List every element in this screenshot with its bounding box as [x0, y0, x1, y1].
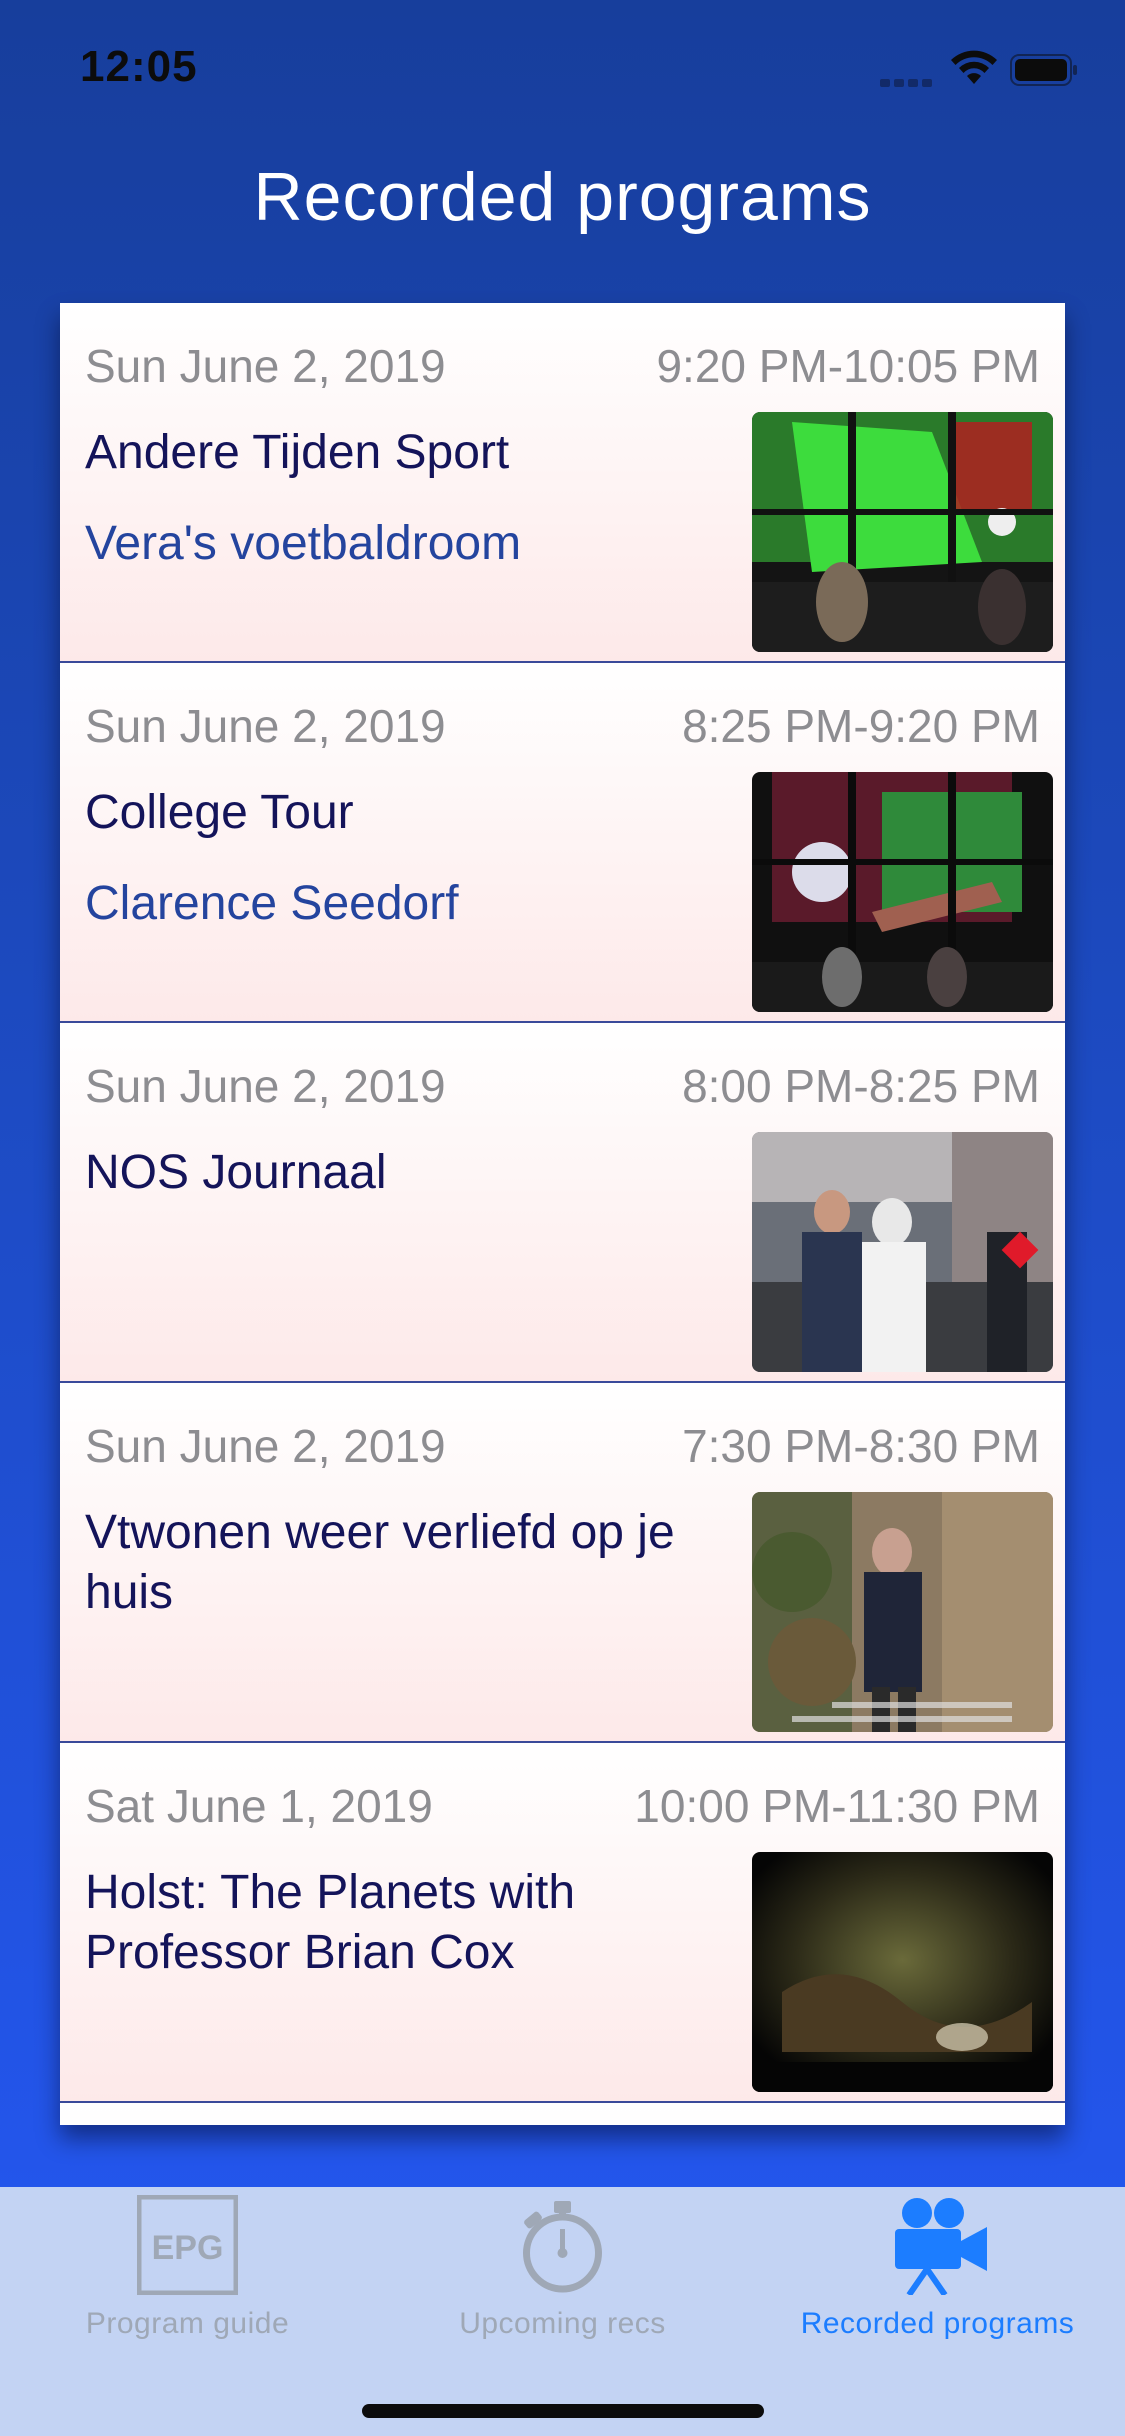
- recording-title: Andere Tijden Sport: [85, 426, 510, 479]
- recording-subtitle: Vera's voetbaldroom: [85, 517, 522, 570]
- recording-title: College Tour: [85, 786, 354, 839]
- svg-text:EPG: EPG: [152, 2229, 224, 2267]
- recording-row[interactable]: [60, 2103, 1065, 2125]
- stopwatch-icon: [523, 2201, 602, 2293]
- recording-title: NOS Journaal: [85, 1146, 387, 1199]
- recording-row[interactable]: Sun June 2, 2019 8:00 PM-8:25 PM NOS Jou…: [60, 1023, 1065, 1383]
- recording-thumbnail[interactable]: [752, 772, 1053, 1012]
- recording-thumbnail[interactable]: [752, 1132, 1053, 1372]
- recording-date: Sun June 2, 2019: [85, 1060, 446, 1112]
- recording-date: Sun June 2, 2019: [85, 340, 446, 392]
- tab-label: Upcoming recs: [459, 2307, 666, 2340]
- recording-date: Sun June 2, 2019: [85, 700, 446, 752]
- tab-label: Program guide: [85, 2307, 290, 2340]
- recording-title: Holst: The Planets with Professor Brian …: [85, 1866, 576, 1979]
- recording-time: 8:25 PM-9:20 PM: [682, 700, 1040, 752]
- recording-time: 7:30 PM-8:30 PM: [682, 1420, 1040, 1472]
- recording-thumbnail[interactable]: [752, 412, 1053, 652]
- tab-program-guide[interactable]: EPG Program guide: [0, 2187, 375, 2387]
- epg-icon: EPG: [137, 2195, 238, 2295]
- recording-title: Vtwonen weer verliefd op je huis: [85, 1506, 675, 1619]
- recording-time: 8:00 PM-8:25 PM: [682, 1060, 1040, 1112]
- recording-thumbnail[interactable]: [752, 1852, 1053, 2092]
- tab-recorded-programs[interactable]: Recorded programs: [750, 2187, 1125, 2387]
- cellular-signal-icon: [880, 74, 946, 87]
- recording-row[interactable]: Sat June 1, 2019 10:00 PM-11:30 PM Holst…: [60, 1743, 1065, 2103]
- tab-upcoming-recs[interactable]: Upcoming recs: [375, 2187, 750, 2387]
- page-title: Recorded programs: [253, 159, 872, 235]
- battery-icon: [1010, 54, 1077, 86]
- recording-thumbnail[interactable]: [752, 1492, 1053, 1732]
- tab-label: Recorded programs: [800, 2307, 1075, 2340]
- recording-row[interactable]: Sun June 2, 2019 9:20 PM-10:05 PM Andere…: [60, 303, 1065, 663]
- home-indicator[interactable]: [362, 2404, 764, 2418]
- recording-row[interactable]: Sun June 2, 2019 7:30 PM-8:30 PM Vtwonen…: [60, 1383, 1065, 1743]
- wifi-icon: [951, 50, 997, 84]
- recording-date: Sun June 2, 2019: [85, 1420, 446, 1472]
- recording-row[interactable]: Sun June 2, 2019 8:25 PM-9:20 PM College…: [60, 663, 1065, 1023]
- status-bar: 12:05: [0, 0, 1125, 130]
- recording-time: 9:20 PM-10:05 PM: [656, 340, 1040, 392]
- recording-date: Sat June 1, 2019: [85, 1780, 433, 1832]
- video-camera-icon: [895, 2198, 987, 2295]
- tab-bar: EPG Program guide Upcoming recs Recorded…: [0, 2187, 1125, 2436]
- recording-time: 10:00 PM-11:30 PM: [634, 1780, 1040, 1832]
- recordings-list[interactable]: Sun June 2, 2019 9:20 PM-10:05 PM Andere…: [60, 303, 1065, 2125]
- recording-subtitle: Clarence Seedorf: [85, 877, 459, 930]
- status-time: 12:05: [80, 42, 198, 91]
